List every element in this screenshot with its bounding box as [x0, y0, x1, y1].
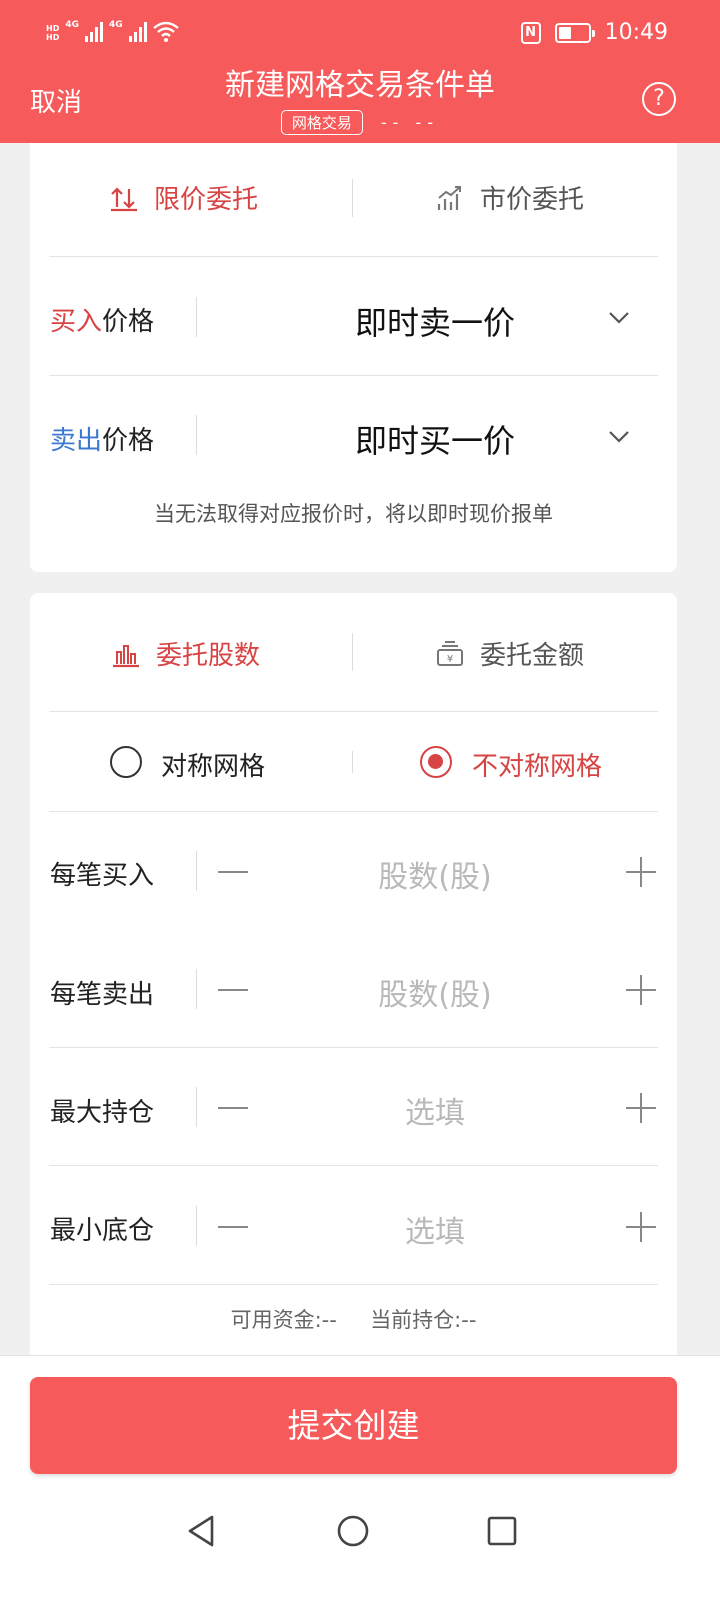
signal-icon-2 — [128, 22, 147, 42]
recents-icon[interactable] — [484, 1513, 520, 1549]
min-position-input[interactable]: 选填 — [280, 1207, 590, 1251]
sort-arrows-icon — [111, 186, 137, 211]
status-right: N 10:49 — [520, 20, 668, 45]
signal-icon — [85, 22, 103, 42]
network-type-2: 4G — [109, 20, 123, 30]
grid-trade-badge: 网格交易 — [280, 110, 363, 135]
decrease-max-position-button[interactable] — [218, 1107, 248, 1109]
page-title: 新建网格交易条件单 — [225, 68, 495, 103]
divider — [49, 1047, 658, 1048]
bottom-action-bar: 提交创建 — [0, 1355, 720, 1493]
trend-chart-icon — [437, 185, 461, 210]
divider — [49, 375, 658, 376]
chevron-down-icon[interactable] — [608, 430, 630, 444]
network-type-1: 4G — [65, 20, 79, 30]
field-divider — [196, 297, 197, 337]
buy-price-select[interactable]: 即时卖一价 — [280, 298, 590, 344]
radio-divider — [352, 751, 353, 773]
max-position-label: 最大持仓 — [50, 1098, 155, 1128]
tab-market-order[interactable]: 市价委托 — [436, 179, 584, 216]
home-icon[interactable] — [335, 1513, 371, 1549]
app-header: HD HD 4G 4G N 10:49 取消 新建网格交易条件单 网格交易 -- … — [0, 0, 720, 143]
chevron-down-icon[interactable] — [608, 311, 630, 325]
quantity-card: 委托股数 ¥ 委托金额 对称网格 不对称网格 每笔买入 股数(股) 每笔卖出 股… — [30, 593, 677, 1373]
tab-entrust-amount-label: 委托金额 — [480, 641, 585, 671]
system-nav-bar — [0, 1493, 720, 1600]
max-position-input[interactable]: 选填 — [280, 1088, 590, 1132]
status-bar: HD HD 4G 4G N 10:49 — [0, 0, 720, 66]
tab-limit-order-label: 限价委托 — [154, 185, 259, 215]
back-icon[interactable] — [184, 1513, 220, 1549]
buy-each-label: 每笔买入 — [50, 861, 155, 891]
sell-price-label: 卖出价格 — [50, 426, 155, 456]
radio-symmetric[interactable] — [110, 746, 142, 778]
sell-price-select[interactable]: 即时买一价 — [280, 416, 590, 462]
radio-symmetric-label[interactable]: 对称网格 — [161, 746, 265, 783]
sell-each-label: 每笔卖出 — [50, 980, 155, 1010]
tab-entrust-shares-label: 委托股数 — [156, 641, 261, 671]
decrease-min-position-button[interactable] — [218, 1226, 248, 1228]
decrease-buy-each-button[interactable] — [218, 871, 248, 873]
available-funds: 可用资金:-- — [230, 1308, 337, 1332]
tab-entrust-amount[interactable]: ¥ 委托金额 — [436, 635, 584, 672]
field-divider — [196, 851, 197, 891]
price-card: 限价委托 市价委托 买入价格 即时卖一价 卖出价格 即时买一价 当无法取得对应报… — [30, 143, 677, 572]
current-position: 当前持仓:-- — [370, 1308, 477, 1332]
bar-chart-icon — [113, 644, 139, 667]
divider — [49, 811, 658, 812]
divider — [49, 256, 658, 257]
buy-price-label: 买入价格 — [50, 307, 155, 337]
status-left: HD HD 4G 4G — [46, 20, 179, 42]
radio-asymmetric[interactable] — [420, 746, 452, 778]
field-divider — [196, 1087, 197, 1127]
divider — [49, 1165, 658, 1166]
help-button[interactable]: ? — [642, 82, 676, 116]
tab-limit-order[interactable]: 限价委托 — [110, 179, 258, 216]
field-divider — [196, 1206, 197, 1246]
price-hint: 当无法取得对应报价时，将以即时现价报单 — [154, 502, 553, 526]
tab-divider — [352, 633, 353, 671]
min-position-label: 最小底仓 — [50, 1216, 155, 1246]
decrease-sell-each-button[interactable] — [218, 989, 248, 991]
clock: 10:49 — [604, 20, 668, 45]
tab-market-order-label: 市价委托 — [480, 185, 585, 215]
divider — [49, 711, 658, 712]
tab-divider — [352, 179, 353, 217]
field-divider — [196, 415, 197, 455]
divider — [49, 1284, 658, 1285]
increase-sell-each-button[interactable] — [626, 975, 656, 1005]
submit-button[interactable]: 提交创建 — [30, 1377, 677, 1474]
battery-icon — [554, 22, 595, 43]
subtitle-row: 网格交易 -- -- — [0, 110, 720, 135]
tab-entrust-shares[interactable]: 委托股数 — [112, 635, 260, 672]
field-divider — [196, 969, 197, 1009]
increase-buy-each-button[interactable] — [626, 857, 656, 887]
increase-min-position-button[interactable] — [626, 1212, 656, 1242]
stock-code[interactable]: -- -- — [381, 113, 439, 132]
sell-each-input[interactable]: 股数(股) — [280, 970, 590, 1014]
wifi-icon — [152, 21, 179, 42]
increase-max-position-button[interactable] — [626, 1093, 656, 1123]
account-info: 可用资金:-- 当前持仓:-- — [30, 1304, 677, 1334]
nfc-icon: N — [520, 21, 541, 44]
svg-text:¥: ¥ — [447, 654, 453, 665]
money-icon: ¥ — [437, 640, 463, 666]
buy-each-input[interactable]: 股数(股) — [280, 852, 590, 896]
radio-asymmetric-label[interactable]: 不对称网格 — [472, 746, 602, 783]
hd-indicator: HD HD — [46, 24, 60, 42]
